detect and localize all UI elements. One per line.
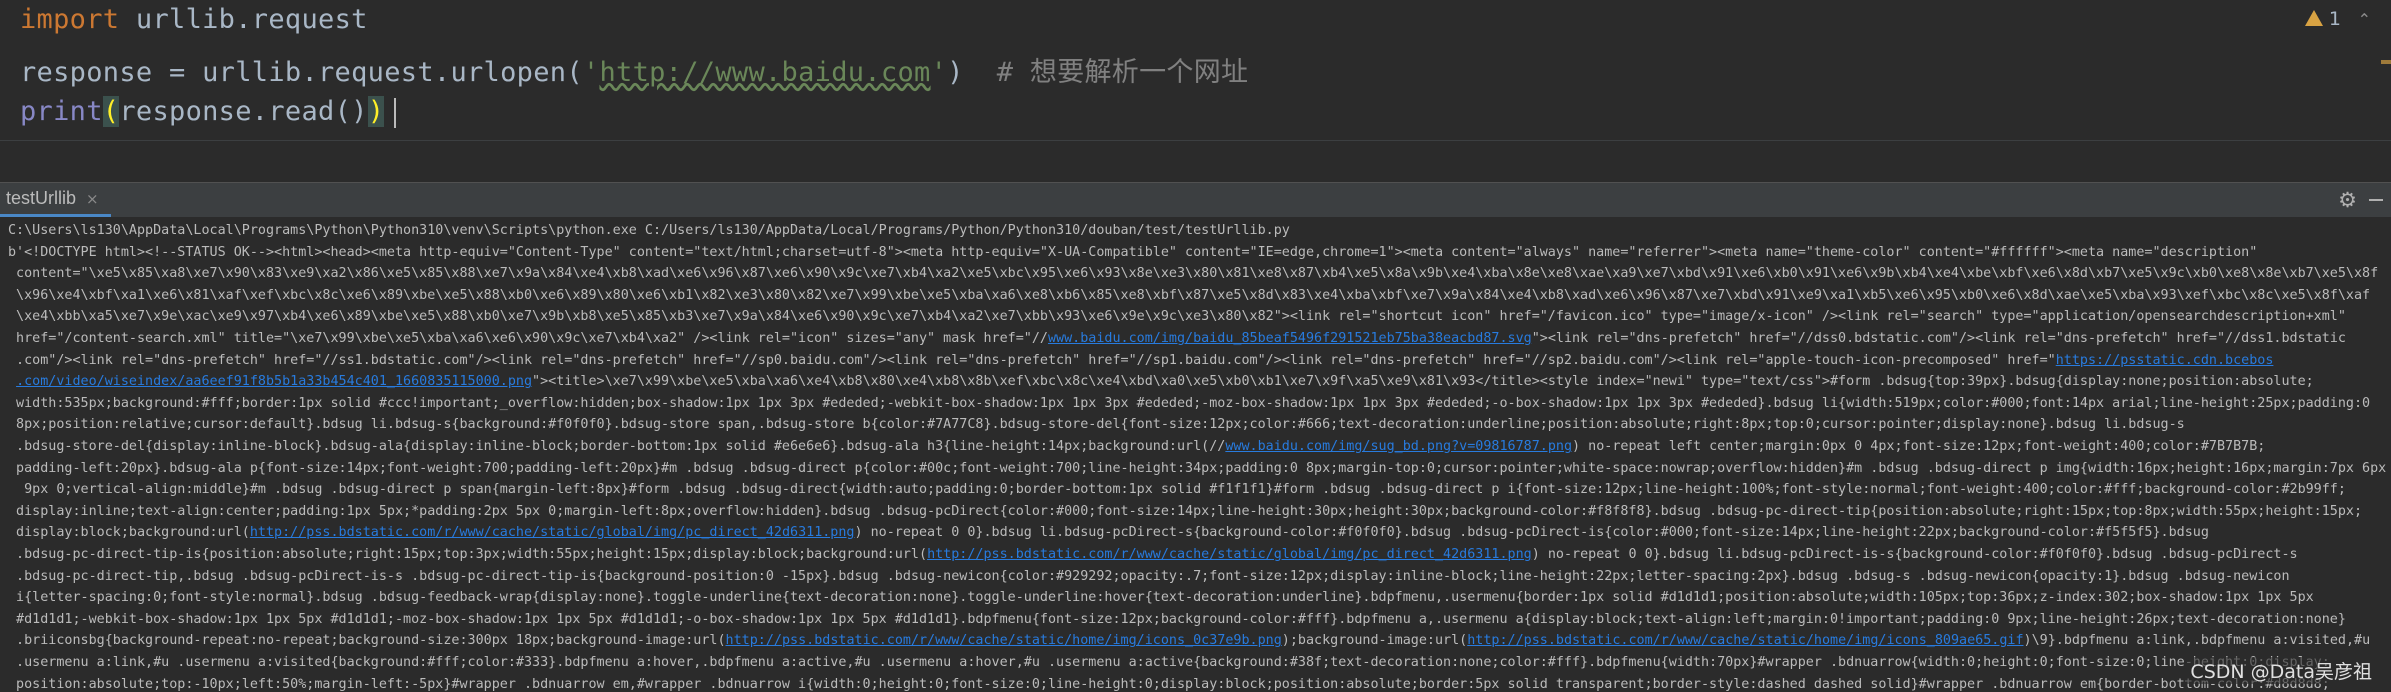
console-text: \x96\xe4\xbf\xa1\xe6\x81\xaf\xef\xbc\x8c… <box>8 287 2371 303</box>
minimize-icon[interactable] <box>2369 199 2383 201</box>
console-text: content="\xe5\x85\xa8\xe7\x90\x83\xe9\xa… <box>8 266 2379 282</box>
scrollbar-warning-marker[interactable] <box>2381 60 2391 64</box>
warnings-indicator[interactable]: 1 <box>2304 8 2341 30</box>
code-line-3[interactable]: print(response.read()) <box>20 96 397 128</box>
console-text: C:\Users\ls130\AppData\Local\Programs\Py… <box>8 223 1290 238</box>
panel-divider[interactable] <box>0 140 2391 141</box>
console-text: href="/content-search.xml" title="\xe7\x… <box>8 331 1048 346</box>
warning-icon <box>2304 10 2323 26</box>
code-comment: # 想要解析一个网址 <box>996 57 1249 88</box>
console-text: .bdsug-pc-direct-tip-is{position:absolut… <box>8 547 928 562</box>
assignment-expression: response = urllib.request.urlopen( <box>20 57 583 88</box>
console-link[interactable]: http://pss.bdstatic.com/r/www/cache/stat… <box>1467 633 2023 648</box>
text-caret <box>394 97 397 128</box>
tab-label: testUrllib <box>6 188 77 208</box>
console-text: .usermenu a:link,#u .usermenu a:visited{… <box>8 655 2330 670</box>
closing-paren: ) <box>947 57 997 88</box>
console-line: padding-left:20px}.bdsug-ala p{font-size… <box>8 458 2386 480</box>
console-text: "><title>\xe7\x99\xbe\xe5\xba\xa6\xe4\xb… <box>532 374 2314 390</box>
matching-open-paren: ( <box>102 96 120 127</box>
console-text: ) no-repeat 0 0}.bdsug li.bdsug-pcDirect… <box>854 525 2209 541</box>
console-text: .bdsug-store-del{display:inline-block}.b… <box>8 439 1226 454</box>
console-line: .com/video/wiseindex/aa6eef91f8b5b1a33b4… <box>8 371 2314 393</box>
import-keyword: import <box>20 4 120 35</box>
console-line: C:\Users\ls130\AppData\Local\Programs\Py… <box>8 220 1290 242</box>
console-text: 9px 0;vertical-align:middle}#m .bdsug .b… <box>8 482 2346 498</box>
console-line: #d1d1d1;-webkit-box-shadow:1px 1px 5px #… <box>8 609 2346 631</box>
console-line: .com"/><link rel="dns-prefetch" href="//… <box>8 350 2273 372</box>
console-line: 9px 0;vertical-align:middle}#m .bdsug .b… <box>8 479 2346 501</box>
console-text: \xe4\xbb\xa5\xe7\x9e\xac\xe9\x97\xb4\xe6… <box>8 309 2346 325</box>
import-module: urllib.request <box>119 4 368 35</box>
close-icon[interactable]: × <box>86 190 99 208</box>
console-link[interactable]: http://pss.bdstatic.com/r/www/cache/stat… <box>927 547 1532 562</box>
console-line: .usermenu a:link,#u .usermenu a:visited{… <box>8 652 2330 674</box>
console-link[interactable]: http://pss.bdstatic.com/r/www/cache/stat… <box>250 525 855 540</box>
console-text: b'<!DOCTYPE html><!--STATUS OK--><html><… <box>8 244 2258 260</box>
console-link[interactable]: https://psstatic.cdn.bcebos <box>2056 353 2274 368</box>
console-text: i{letter-spacing:0;font-style:normal}.bd… <box>8 590 2314 606</box>
console-text: .briiconsbg{background-repeat:no-repeat;… <box>8 633 726 649</box>
matching-close-paren: ) <box>367 96 385 127</box>
console-text: width:535px;background:#fff;border:1px s… <box>8 395 2371 411</box>
console-text: )\9}.bdpfmenu a:link,.bdpfmenu a:visited… <box>2023 633 2371 649</box>
console-text: "><link rel="dns-prefetch" href="//dss0.… <box>1531 331 2346 346</box>
code-line-1[interactable]: import urllib.request <box>20 4 368 35</box>
console-link[interactable]: www.baidu.com/img/sug_bd.png?v=09816787.… <box>1225 439 1572 454</box>
console-text: display:block;background:url( <box>8 525 250 541</box>
console-line: .briiconsbg{background-repeat:no-repeat;… <box>8 630 2370 652</box>
print-function: print <box>20 96 103 127</box>
code-editor[interactable]: import urllib.request response = urllib.… <box>0 0 2391 140</box>
console-text: #d1d1d1;-webkit-box-shadow:1px 1px 5px #… <box>8 611 2346 627</box>
console-text: );background-image:url( <box>1281 633 1468 649</box>
console-text: position:absolute;top:-10px;left:50%;mar… <box>8 676 2330 692</box>
string-quote-close: ' <box>930 57 948 88</box>
run-panel-header: testUrllib × ⚙ <box>0 182 2391 218</box>
console-text: padding-left:20px}.bdsug-ala p{font-size… <box>8 460 2387 476</box>
console-link[interactable]: http://pss.bdstatic.com/r/www/cache/stat… <box>726 633 1282 648</box>
warning-count: 1 <box>2328 8 2341 30</box>
console-line: display:block;background:url(http://pss.… <box>8 522 2209 544</box>
console-line: i{letter-spacing:0;font-style:normal}.bd… <box>8 587 2314 609</box>
console-line: .bdsug-pc-direct-tip-is{position:absolut… <box>8 544 2298 566</box>
console-line: b'<!DOCTYPE html><!--STATUS OK--><html><… <box>8 242 2257 264</box>
string-quote-open: ' <box>582 57 600 88</box>
console-text: .com"/><link rel="dns-prefetch" href="//… <box>8 352 2056 368</box>
url-string[interactable]: http://www.baidu.com <box>599 57 930 88</box>
watermark: CSDN @Data吴彦祖 <box>2186 657 2376 684</box>
console-output[interactable]: C:\Users\ls130\AppData\Local\Programs\Py… <box>0 218 2391 692</box>
tab-testurllib[interactable]: testUrllib × <box>0 183 111 217</box>
console-link[interactable]: www.baidu.com/img/baidu_85beaf5496f29152… <box>1048 331 1532 346</box>
print-argument: response.read() <box>119 96 368 127</box>
console-text: display:inline;text-align:center;padding… <box>8 503 2363 519</box>
console-text: ) no-repeat 0 0}.bdsug li.bdsug-pcDirect… <box>1531 547 2298 562</box>
console-line: width:535px;background:#fff;border:1px s… <box>8 393 2370 415</box>
gear-icon[interactable]: ⚙ <box>2338 188 2357 212</box>
console-line: href="/content-search.xml" title="\xe7\x… <box>8 328 2346 350</box>
console-line: \xe4\xbb\xa5\xe7\x9e\xac\xe9\x97\xb4\xe6… <box>8 306 2346 328</box>
console-line: 8px;position:relative;cursor:default}.bd… <box>8 414 2185 436</box>
chevron-up-icon[interactable]: ⌃ <box>2358 10 2371 29</box>
console-line: content="\xe5\x85\xa8\xe7\x90\x83\xe9\xa… <box>8 263 2378 285</box>
console-text: 8px;position:relative;cursor:default}.bd… <box>8 417 2185 433</box>
console-line: .bdsug-pc-direct-tip,.bdsug .bdsug-pcDir… <box>8 566 2290 588</box>
code-line-2[interactable]: response = urllib.request.urlopen('http:… <box>20 50 1248 89</box>
console-line: \x96\xe4\xbf\xa1\xe6\x81\xaf\xef\xbc\x8c… <box>8 285 2370 307</box>
console-line: position:absolute;top:-10px;left:50%;mar… <box>8 674 2330 692</box>
console-text: .bdsug-pc-direct-tip,.bdsug .bdsug-pcDir… <box>8 568 2290 584</box>
console-line: display:inline;text-align:center;padding… <box>8 501 2362 523</box>
console-line: .bdsug-store-del{display:inline-block}.b… <box>8 436 2265 458</box>
console-text: ) no-repeat left center;margin:0px 0 4px… <box>1572 439 2266 454</box>
console-link[interactable]: .com/video/wiseindex/aa6eef91f8b5b1a33b4… <box>16 374 532 389</box>
